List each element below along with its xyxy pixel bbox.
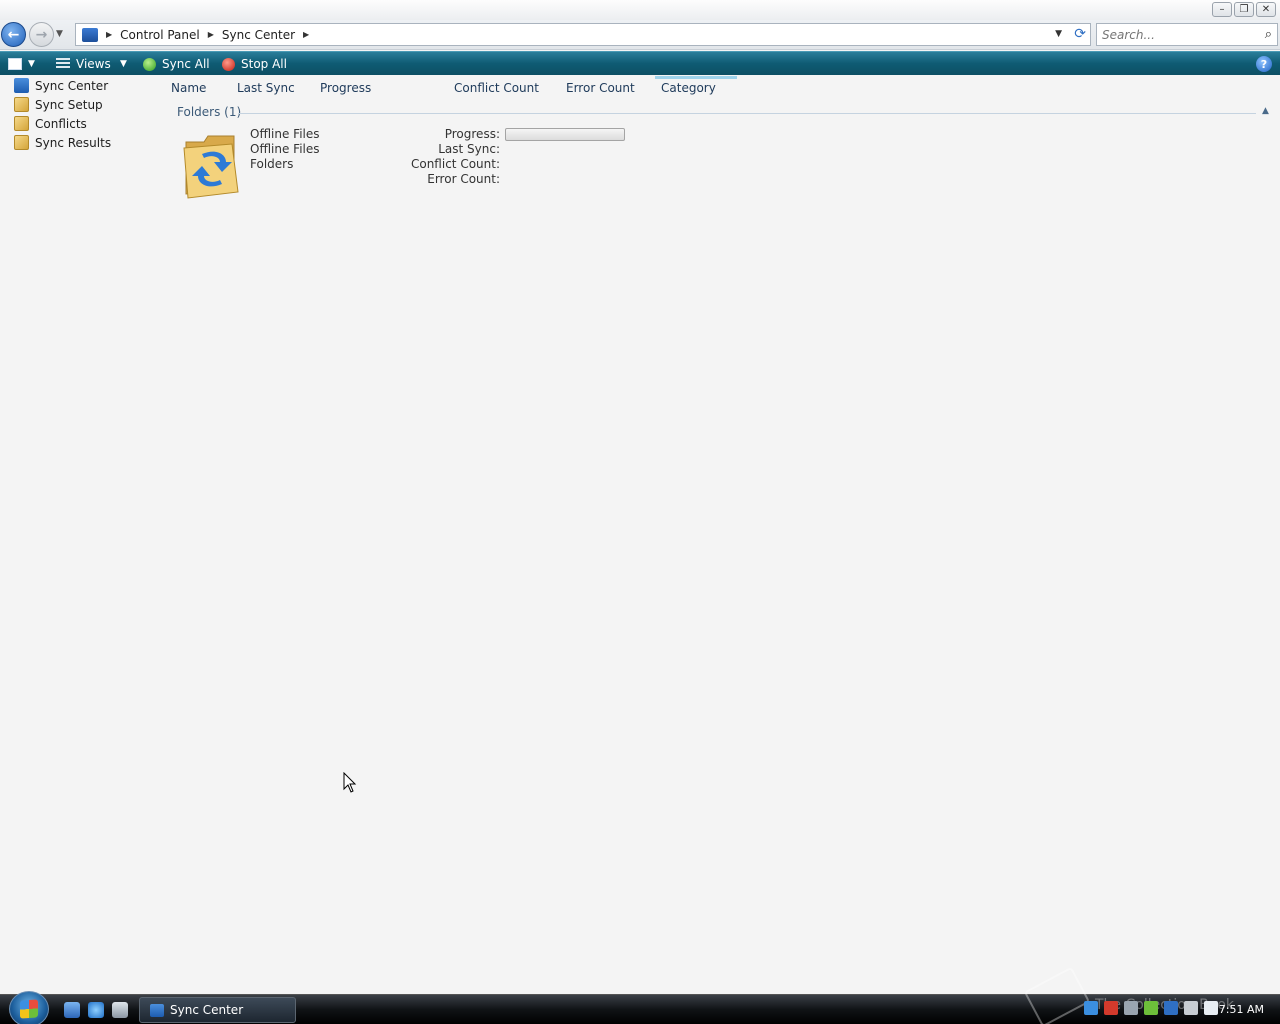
minimize-button[interactable]: – (1212, 2, 1232, 17)
search-icon[interactable]: ⌕ (1265, 27, 1272, 42)
item-properties: Progress: Last Sync: Conflict Count: Err… (360, 127, 500, 187)
update-tray-icon[interactable] (1144, 1001, 1158, 1015)
window-controls: – ❐ ✕ (1212, 2, 1276, 17)
taskbar-button-sync-center[interactable]: Sync Center (139, 997, 296, 1023)
sync-all-label: Sync All (162, 57, 210, 71)
collapse-icon[interactable]: ▲ (1262, 106, 1269, 116)
pane-icon (8, 58, 22, 70)
conflict-count-label: Conflict Count: (410, 157, 500, 171)
security-tray-icon[interactable] (1104, 1001, 1118, 1015)
column-header-progress[interactable]: Progress (320, 77, 371, 99)
organize-button[interactable]: ▼ (8, 55, 35, 73)
back-arrow-icon: ← (7, 26, 20, 43)
item-category: Folders (250, 157, 294, 171)
progress-label: Progress: (444, 127, 500, 141)
views-button[interactable]: Views (56, 55, 111, 73)
column-header-error-count[interactable]: Error Count (566, 77, 635, 99)
control-panel-icon (82, 27, 98, 42)
breadcrumb-chevron-icon[interactable]: ▶ (208, 30, 214, 39)
breadcrumb-sync-center[interactable]: Sync Center (222, 28, 295, 42)
sidebar-item-label: Conflicts (35, 116, 87, 131)
error-count-label: Error Count: (427, 172, 500, 186)
group-header[interactable]: Folders (1) (177, 105, 241, 119)
chevron-down-icon: ▼ (28, 59, 35, 69)
item-name: Offline Files (250, 127, 320, 141)
sync-tray-icon[interactable] (1084, 1001, 1098, 1015)
internet-explorer-icon[interactable] (88, 1002, 104, 1018)
show-desktop-icon[interactable] (64, 1002, 80, 1018)
network-tray-icon[interactable] (1124, 1001, 1138, 1015)
offline-files-tray-icon[interactable] (1164, 1001, 1178, 1015)
title-bar: – ❐ ✕ (0, 0, 1280, 20)
column-header-last-sync[interactable]: Last Sync (237, 77, 295, 99)
system-tray (1084, 1001, 1218, 1015)
sync-center-icon (14, 78, 29, 93)
help-button[interactable]: ? (1256, 56, 1272, 72)
column-header-category[interactable]: Category (661, 77, 716, 99)
search-input[interactable] (1102, 27, 1252, 42)
views-icon (56, 58, 70, 70)
sync-all-button[interactable]: Sync All (143, 55, 210, 73)
offline-files-folder-icon[interactable] (182, 132, 242, 200)
breadcrumb-control-panel[interactable]: Control Panel (120, 28, 200, 42)
sidebar-item-label: Sync Setup (35, 97, 103, 112)
refresh-icon[interactable]: ⟳ (1074, 26, 1086, 42)
volume-tray-icon[interactable] (1184, 1001, 1198, 1015)
folder-icon (14, 116, 29, 131)
item-text[interactable]: Offline Files Offline Files Folders (250, 127, 320, 172)
sidebar-item-label: Sync Center (35, 78, 109, 93)
group-divider (238, 113, 1256, 114)
sidebar-item-label: Sync Results (35, 135, 112, 150)
display-tray-icon[interactable] (1204, 1001, 1218, 1015)
sidebar-item-conflicts[interactable]: Conflicts (14, 115, 87, 132)
clock[interactable]: 7:51 AM (1219, 1003, 1264, 1016)
watermark-book-logo (1023, 966, 1091, 1024)
stop-all-button[interactable]: Stop All (222, 55, 287, 73)
breadcrumb-chevron-icon[interactable]: ▶ (106, 30, 112, 39)
stop-red-icon (222, 57, 235, 71)
sync-center-icon (150, 1003, 164, 1017)
address-bar[interactable]: ▶ Control Panel ▶ Sync Center ▶ ▼ ⟳ (75, 23, 1091, 46)
views-dropdown[interactable]: ▼ (120, 55, 127, 73)
mouse-cursor-icon (343, 772, 357, 793)
recent-pages-dropdown[interactable]: ▼ (56, 29, 63, 39)
search-box: ⌕ (1096, 23, 1278, 46)
address-row: ← → ▼ ▶ Control Panel ▶ Sync Center ▶ ▼ … (0, 20, 1280, 50)
forward-arrow-icon: → (35, 26, 48, 43)
command-bar: ▼ Views ▼ Sync All Stop All ? (0, 51, 1280, 75)
folder-icon (14, 97, 29, 112)
restore-button[interactable]: ❐ (1234, 2, 1254, 17)
progress-bar (505, 128, 625, 141)
taskbar-button-label: Sync Center (170, 1003, 244, 1017)
last-sync-label: Last Sync: (438, 142, 500, 156)
start-button[interactable] (9, 991, 49, 1024)
forward-button[interactable]: → (29, 22, 54, 47)
sidebar-item-sync-results[interactable]: Sync Results (14, 134, 111, 151)
address-dropdown-icon[interactable]: ▼ (1055, 29, 1062, 39)
folder-icon (14, 135, 29, 150)
back-button[interactable]: ← (1, 22, 26, 47)
switch-windows-icon[interactable] (112, 1002, 128, 1018)
sidebar: Sync Center Sync Setup Conflicts Sync Re… (0, 76, 160, 994)
column-header-conflict-count[interactable]: Conflict Count (454, 77, 539, 99)
sidebar-item-sync-setup[interactable]: Sync Setup (14, 96, 103, 113)
chevron-down-icon: ▼ (120, 59, 127, 69)
breadcrumb-chevron-icon[interactable]: ▶ (303, 30, 309, 39)
sidebar-item-sync-center[interactable]: Sync Center (14, 77, 108, 94)
close-button[interactable]: ✕ (1256, 2, 1276, 17)
sync-green-icon (143, 57, 156, 71)
taskbar: Sync Center The Collection Book 7:51 AM (0, 966, 1280, 1024)
stop-all-label: Stop All (241, 57, 287, 71)
column-header-name[interactable]: Name (171, 77, 206, 99)
views-label: Views (76, 57, 111, 71)
windows-logo-icon (20, 999, 38, 1019)
item-subtitle: Offline Files (250, 142, 320, 156)
